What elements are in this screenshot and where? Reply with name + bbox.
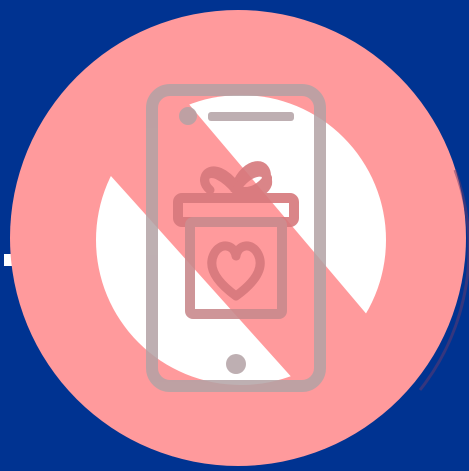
no-mobile-gift-sign	[0, 0, 469, 471]
phone-home-button	[226, 354, 246, 374]
no-mobile-gift-icon	[0, 0, 469, 471]
phone-camera	[179, 107, 197, 125]
phone-speaker	[208, 112, 294, 121]
prohibition-circle	[10, 10, 466, 466]
